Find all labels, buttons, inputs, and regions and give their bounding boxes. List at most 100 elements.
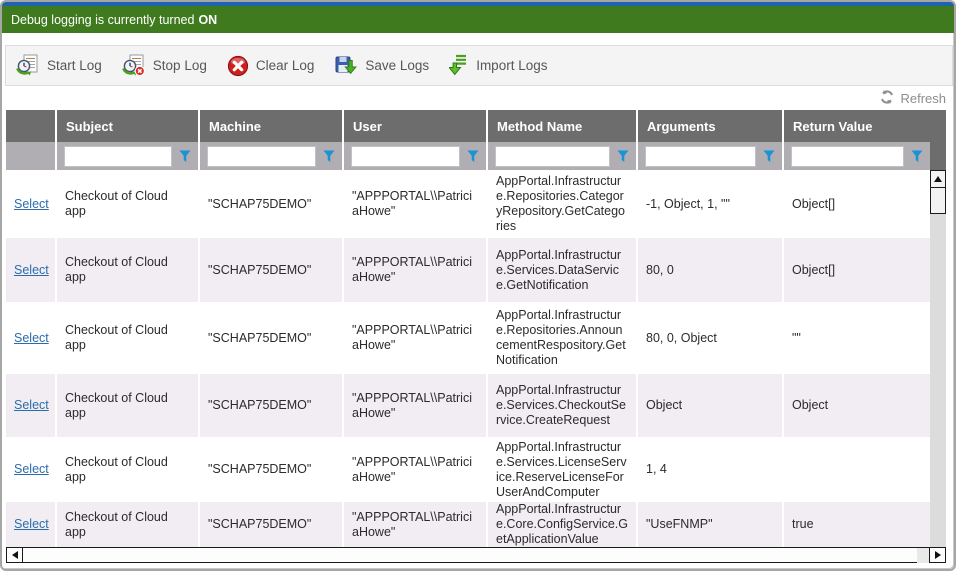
header-subject[interactable]: Subject bbox=[57, 110, 200, 142]
method-name-cell: AppPortal.Infrastructure.Services.Licens… bbox=[488, 437, 638, 502]
filter-cell-machine bbox=[200, 142, 344, 170]
filter-input-method-name[interactable] bbox=[495, 146, 610, 167]
arguments-cell: 80, 0, Object bbox=[638, 302, 784, 374]
user-cell: "APPPORTAL\\PatriciaHowe" bbox=[344, 302, 488, 374]
select-link[interactable]: Select bbox=[14, 398, 49, 413]
table-row: Select Checkout of Cloud app "SCHAP75DEM… bbox=[6, 302, 930, 374]
filter-input-machine[interactable] bbox=[207, 146, 316, 167]
clear-log-button[interactable]: Clear Log bbox=[227, 55, 315, 77]
funnel-icon bbox=[323, 151, 335, 166]
header-arguments[interactable]: Arguments bbox=[638, 110, 784, 142]
table-row: Select Checkout of Cloud app "SCHAP75DEM… bbox=[6, 374, 930, 437]
horizontal-scrollbar[interactable] bbox=[6, 547, 946, 563]
arguments-cell: 1, 4 bbox=[638, 437, 784, 502]
funnel-icon bbox=[763, 151, 775, 166]
method-name-cell: AppPortal.Infrastructure.Services.Checko… bbox=[488, 374, 638, 437]
start-log-label: Start Log bbox=[47, 58, 102, 73]
machine-cell: "SCHAP75DEMO" bbox=[200, 238, 344, 302]
subject-cell: Checkout of Cloud app bbox=[57, 502, 200, 547]
scroll-right-button[interactable] bbox=[929, 547, 946, 563]
filter-cell-return-value bbox=[784, 142, 930, 170]
stop-log-label: Stop Log bbox=[153, 58, 207, 73]
grid-body: Select Checkout of Cloud app "SCHAP75DEM… bbox=[6, 170, 930, 547]
filter-funnel-user[interactable] bbox=[467, 150, 479, 163]
filter-select-spacer bbox=[6, 142, 57, 170]
refresh-button[interactable]: Refresh bbox=[880, 90, 946, 107]
arguments-cell: Object bbox=[638, 374, 784, 437]
select-cell: Select bbox=[6, 170, 57, 238]
refresh-icon bbox=[880, 90, 894, 107]
select-cell: Select bbox=[6, 374, 57, 437]
return-value-cell: Object[] bbox=[784, 238, 930, 302]
header-machine[interactable]: Machine bbox=[200, 110, 344, 142]
arrow-right-icon bbox=[935, 551, 941, 559]
status-banner: Debug logging is currently turned ON bbox=[2, 6, 954, 33]
machine-cell: "SCHAP75DEMO" bbox=[200, 437, 344, 502]
funnel-icon bbox=[179, 151, 191, 166]
select-cell: Select bbox=[6, 437, 57, 502]
return-value-cell: Object bbox=[784, 374, 930, 437]
select-cell: Select bbox=[6, 302, 57, 374]
horizontal-scroll-thumb[interactable] bbox=[23, 547, 917, 563]
filter-funnel-arguments[interactable] bbox=[763, 150, 775, 163]
return-value-cell: "" bbox=[784, 302, 930, 374]
stop-log-button[interactable]: Stop Log bbox=[122, 54, 207, 77]
funnel-icon bbox=[911, 151, 923, 166]
select-cell: Select bbox=[6, 502, 57, 547]
machine-cell: "SCHAP75DEMO" bbox=[200, 374, 344, 437]
horizontal-scroll-track[interactable] bbox=[917, 547, 929, 563]
vertical-scroll-thumb[interactable] bbox=[930, 188, 946, 214]
arguments-cell: "UseFNMP" bbox=[638, 502, 784, 547]
filter-funnel-machine[interactable] bbox=[323, 150, 335, 163]
refresh-row: Refresh bbox=[6, 88, 946, 108]
import-logs-icon bbox=[449, 54, 469, 77]
save-logs-label: Save Logs bbox=[365, 58, 429, 73]
machine-cell: "SCHAP75DEMO" bbox=[200, 502, 344, 547]
grid-filter-row bbox=[6, 142, 946, 170]
table-row: Select Checkout of Cloud app "SCHAP75DEM… bbox=[6, 502, 930, 547]
subject-cell: Checkout of Cloud app bbox=[57, 238, 200, 302]
user-cell: "APPPORTAL\\PatriciaHowe" bbox=[344, 374, 488, 437]
filter-input-return-value[interactable] bbox=[791, 146, 904, 167]
select-link[interactable]: Select bbox=[14, 263, 49, 278]
select-link[interactable]: Select bbox=[14, 197, 49, 212]
start-log-button[interactable]: Start Log bbox=[16, 54, 102, 77]
header-scrollbar-filler bbox=[930, 110, 946, 142]
return-value-cell bbox=[784, 437, 930, 502]
filter-input-user[interactable] bbox=[351, 146, 460, 167]
scroll-left-button[interactable] bbox=[6, 547, 23, 563]
funnel-icon bbox=[467, 151, 479, 166]
header-return-value[interactable]: Return Value bbox=[784, 110, 930, 142]
funnel-icon bbox=[617, 151, 629, 166]
filter-input-arguments[interactable] bbox=[645, 146, 756, 167]
select-cell: Select bbox=[6, 238, 57, 302]
vertical-scrollbar[interactable] bbox=[930, 170, 946, 547]
table-row: Select Checkout of Cloud app "SCHAP75DEM… bbox=[6, 170, 930, 238]
save-logs-button[interactable]: Save Logs bbox=[334, 54, 429, 77]
log-grid: Subject Machine User Method Name Argumen… bbox=[6, 110, 946, 547]
select-link[interactable]: Select bbox=[14, 331, 49, 346]
select-link[interactable]: Select bbox=[14, 462, 49, 477]
import-logs-button[interactable]: Import Logs bbox=[449, 54, 547, 77]
header-user[interactable]: User bbox=[344, 110, 488, 142]
select-link[interactable]: Select bbox=[14, 517, 49, 532]
log-toolbar: Start Log Stop Log bbox=[5, 45, 953, 86]
subject-cell: Checkout of Cloud app bbox=[57, 437, 200, 502]
import-logs-label: Import Logs bbox=[476, 58, 547, 73]
filter-funnel-method-name[interactable] bbox=[617, 150, 629, 163]
scroll-up-button[interactable] bbox=[930, 170, 946, 188]
clear-log-icon bbox=[227, 55, 249, 77]
grid-header-row: Subject Machine User Method Name Argumen… bbox=[6, 110, 946, 142]
filter-scrollbar-filler bbox=[930, 142, 946, 170]
table-row: Select Checkout of Cloud app "SCHAP75DEM… bbox=[6, 437, 930, 502]
filter-input-subject[interactable] bbox=[64, 146, 172, 167]
filter-cell-user bbox=[344, 142, 488, 170]
filter-funnel-return-value[interactable] bbox=[911, 150, 923, 163]
arrow-left-icon bbox=[12, 551, 18, 559]
subject-cell: Checkout of Cloud app bbox=[57, 302, 200, 374]
filter-funnel-subject[interactable] bbox=[179, 150, 191, 163]
arrow-up-icon bbox=[934, 176, 942, 182]
header-method-name[interactable]: Method Name bbox=[488, 110, 638, 142]
arguments-cell: 80, 0 bbox=[638, 238, 784, 302]
method-name-cell: AppPortal.Infrastructure.Repositories.Ca… bbox=[488, 170, 638, 238]
